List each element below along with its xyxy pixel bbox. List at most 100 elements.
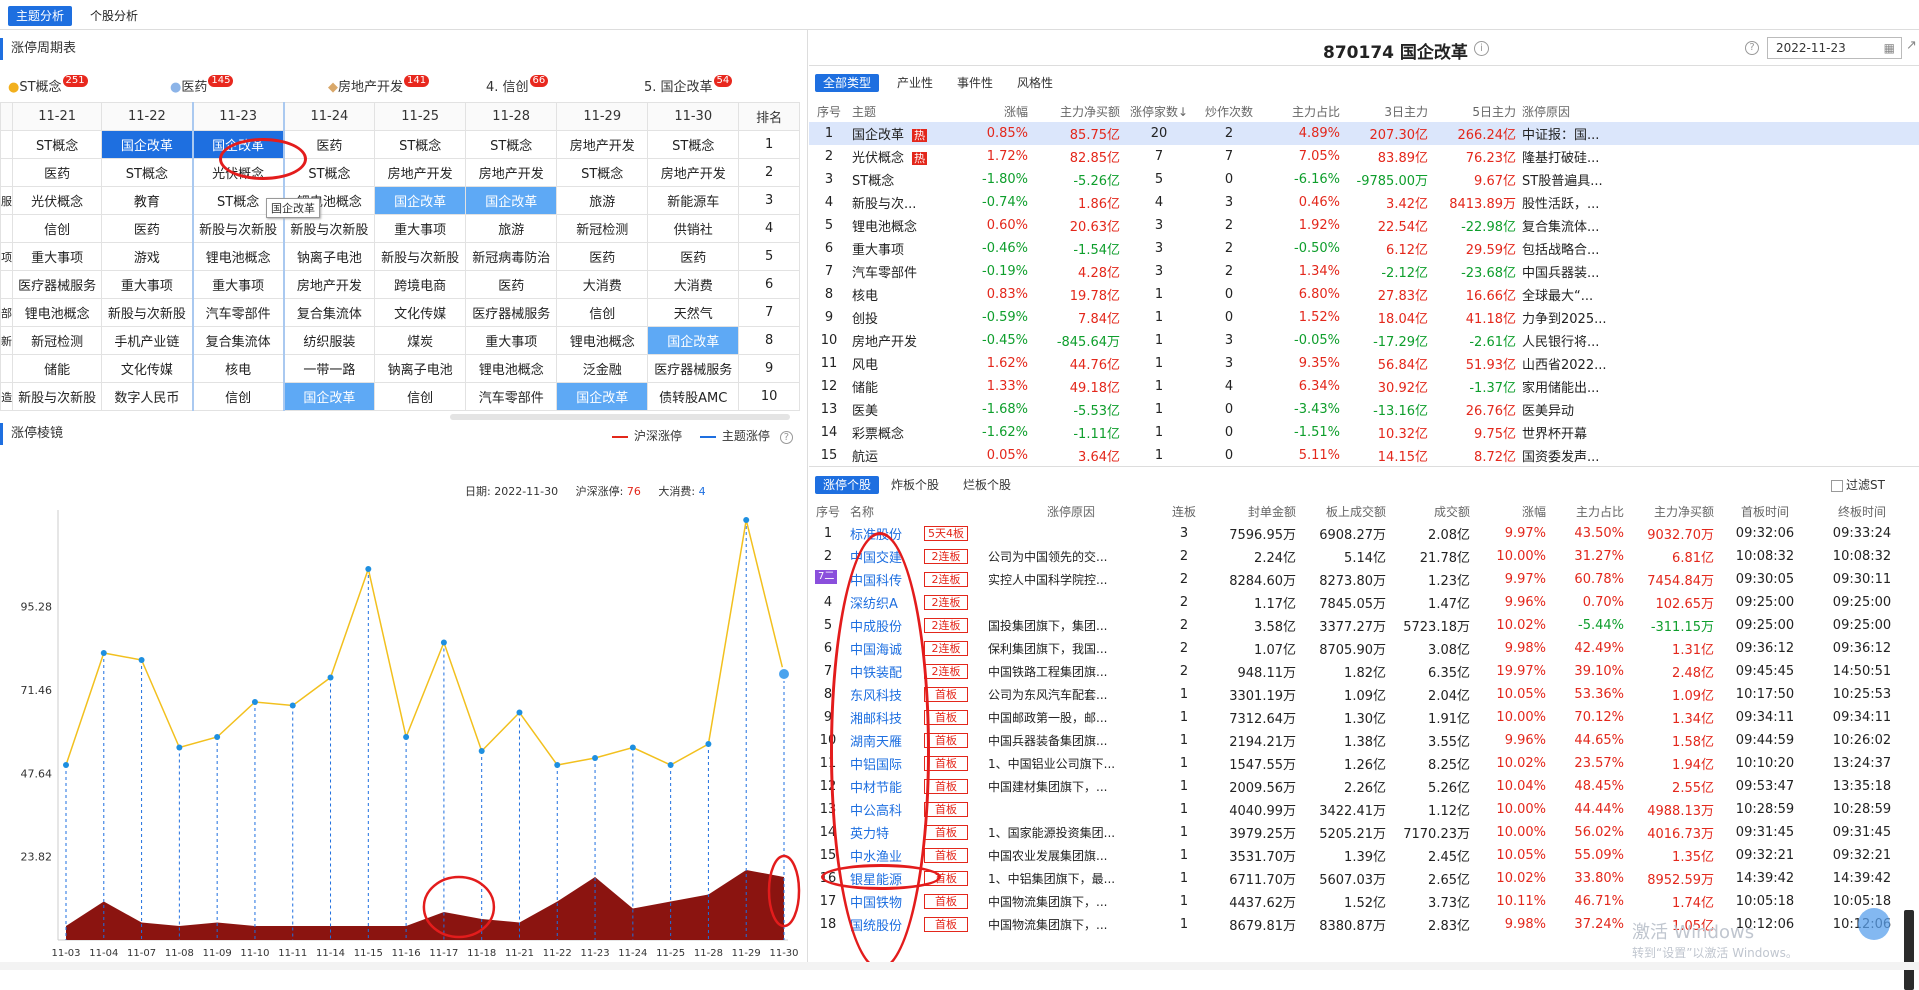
tab-event[interactable]: 事件性 — [949, 74, 1001, 92]
tab-weak[interactable]: 烂板个股 — [955, 476, 1019, 494]
grid-cell[interactable]: 储能 — [12, 354, 103, 383]
grid-cell[interactable]: 重大事项 — [465, 326, 558, 355]
theme-row[interactable]: 14 彩票概念 -1.62% -1.11亿 1 0 -1.51% 10.32亿 9.75亿 世界杯… — [809, 421, 1919, 444]
stock-col-header[interactable]: 主力净买额 — [1627, 500, 1717, 522]
grid-cell[interactable]: 锂电池概念 — [12, 298, 103, 327]
grid-cell[interactable]: 新股与次新股 — [374, 242, 467, 271]
tab-theme-analysis[interactable]: 主题分析 — [8, 6, 73, 26]
grid-cell[interactable]: 复合集流体 — [191, 326, 285, 355]
grid-cell[interactable]: 房地产开发 — [283, 270, 376, 299]
grid-cell[interactable]: 信创 — [191, 382, 285, 411]
grid-cell[interactable]: 旅游 — [556, 186, 649, 215]
grid-date-header[interactable]: 11-22 — [101, 102, 194, 131]
theme-row[interactable]: 2 光伏概念热 1.72% 82.85亿 7 7 7.05% 83.89亿 76.23亿 隆基打破… — [809, 145, 1919, 168]
tab-broken[interactable]: 炸板个股 — [883, 476, 947, 494]
stock-col-header[interactable]: 名称 — [847, 500, 921, 522]
grid-cell[interactable]: 旅游 — [465, 214, 558, 243]
theme-tab-1[interactable]: ●ST概念 251 — [8, 75, 88, 95]
grid-cell[interactable]: 光伏概念 — [12, 186, 103, 215]
grid-cell[interactable]: ST概念 — [101, 158, 194, 187]
stock-row[interactable]: 7 中铁装配 2连板 中国铁路工程集团旗... 2 948.11万 1.82亿 6.35亿 19… — [809, 660, 1911, 683]
grid-date-header[interactable]: 排名 — [738, 102, 800, 131]
stock-row[interactable]: 15 中水渔业 首板 中国农业发展集团旗... 1 3531.70万 1.39亿 2.45亿 1… — [809, 844, 1911, 867]
grid-cell[interactable]: 文化传媒 — [101, 354, 194, 383]
tab-style[interactable]: 风格性 — [1009, 74, 1061, 92]
grid-cell[interactable]: 游戏 — [101, 242, 194, 271]
grid-date-header[interactable]: 11-21 — [12, 102, 103, 131]
grid-cell[interactable]: 新股与次新股 — [101, 298, 194, 327]
grid-cell[interactable]: 房地产开发 — [374, 158, 467, 187]
theme-row[interactable]: 6 重大事项 -0.46% -1.54亿 3 2 -0.50% 6.12亿 29.59亿 包括战略… — [809, 237, 1919, 260]
theme-col-header[interactable]: 3日主力 — [1343, 100, 1431, 122]
tab-all-types[interactable]: 全部类型 — [815, 74, 880, 92]
theme-col-header[interactable]: 主题 — [849, 100, 959, 122]
grid-cell[interactable]: 大消费 — [556, 270, 649, 299]
theme-tab-2[interactable]: ●医药 145 — [170, 75, 234, 95]
grid-cell[interactable]: 债转股AMC — [647, 382, 740, 411]
stock-col-header[interactable]: 主力占比 — [1549, 500, 1627, 522]
theme-row[interactable]: 13 医美 -1.68% -5.53亿 1 0 -3.43% -13.16亿 26.76亿 医美异… — [809, 398, 1919, 421]
grid-cell[interactable]: 信创 — [556, 298, 649, 327]
stock-row[interactable]: 6 中国海诚 2连板 保利集团旗下，我国... 2 1.07亿 8705.90万 3.08亿 9… — [809, 637, 1911, 660]
theme-row[interactable]: 4 新股与次... -0.74% 1.86亿 4 3 0.46% 3.42亿 8413.89万股… — [809, 191, 1919, 214]
grid-cell[interactable]: ST概念 — [374, 130, 467, 159]
grid-cell[interactable]: 复合集流体 — [283, 298, 376, 327]
stock-row[interactable]: 13 中公高科 首板 1 4040.99万 3422.41万 1.12亿 10.00% 44.4… — [809, 798, 1911, 821]
grid-cell[interactable]: 国企改革 — [556, 382, 649, 411]
grid-cell[interactable]: 新股与次新股 — [191, 214, 285, 243]
grid-cell[interactable]: 房地产开发 — [556, 130, 649, 159]
grid-cell[interactable]: 煤炭 — [374, 326, 467, 355]
stock-col-header[interactable]: 封单金额 — [1211, 500, 1299, 522]
grid-date-header[interactable]: 11-30 — [647, 102, 740, 131]
stock-row[interactable]: 2 中国交建 2连板 公司为中国领先的交... 2 2.24亿 5.14亿 21.78亿 10.… — [809, 545, 1911, 568]
theme-tab-3[interactable]: ◆房地产开发 141 — [328, 75, 430, 95]
grid-cell[interactable]: ST概念 — [465, 130, 558, 159]
grid-cell[interactable]: 数字人民币 — [101, 382, 194, 411]
grid-cell[interactable]: 纺织服装 — [283, 326, 376, 355]
theme-row[interactable]: 5 锂电池概念 0.60% 20.63亿 3 2 1.92% 22.54亿 -22.98亿 复合集… — [809, 214, 1919, 237]
stock-col-header[interactable]: 成交额 — [1389, 500, 1473, 522]
grid-cell[interactable]: 新股与次新股 — [283, 214, 376, 243]
stock-row[interactable]: 12 中材节能 首板 中国建材集团旗下，... 1 2009.56万 2.26亿 5.26亿 1… — [809, 775, 1911, 798]
grid-cell[interactable]: 钠离子电池 — [283, 242, 376, 271]
theme-col-header[interactable]: 涨幅 — [959, 100, 1031, 122]
tab-industry[interactable]: 产业性 — [889, 74, 941, 92]
theme-row[interactable]: 9 创投 -0.59% 7.84亿 1 0 1.52% 18.04亿 41.18亿 力争到2025… — [809, 306, 1919, 329]
theme-row[interactable]: 15 航运 0.05% 3.64亿 1 0 5.11% 14.15亿 8.72亿 国资委发声... — [809, 444, 1919, 467]
grid-cell[interactable]: 新能源车 — [647, 186, 740, 215]
grid-cell[interactable]: ST概念 — [556, 158, 649, 187]
grid-cell[interactable]: 国企改革 — [465, 186, 558, 215]
stock-row[interactable]: 11 中铝国际 首板 1、中国铝业公司旗下... 1 1547.55万 1.26亿 8.25亿… — [809, 752, 1911, 775]
theme-col-header[interactable]: 5日主力 — [1431, 100, 1519, 122]
grid-cell[interactable]: 信创 — [374, 382, 467, 411]
help-icon[interactable]: ? — [779, 431, 793, 444]
grid-cell[interactable]: 一带一路 — [283, 354, 376, 383]
grid-cell[interactable]: 核电 — [191, 354, 285, 383]
grid-cell[interactable]: 汽车零部件 — [191, 298, 285, 327]
horizontal-scrollbar[interactable] — [450, 414, 790, 420]
grid-cell[interactable]: 教育 — [101, 186, 194, 215]
grid-date-header[interactable]: 11-23 — [191, 102, 285, 131]
grid-cell[interactable]: 房地产开发 — [465, 158, 558, 187]
grid-cell[interactable]: 国企改革 — [647, 326, 740, 355]
grid-cell[interactable]: 钠离子电池 — [374, 354, 467, 383]
theme-row[interactable]: 10 房地产开发 -0.45% -845.64万 1 3 -0.05% -17.29亿 -2.6… — [809, 329, 1919, 352]
theme-col-header[interactable]: 主力占比 — [1263, 100, 1343, 122]
date-picker[interactable]: 2022-11-23 ▦ — [1767, 37, 1902, 59]
stock-col-header[interactable]: 序号 — [809, 500, 847, 522]
stock-col-header[interactable]: 首板时间 — [1717, 500, 1813, 522]
grid-cell[interactable]: 国企改革 — [101, 130, 194, 159]
filter-st-checkbox[interactable]: 过滤ST — [1831, 476, 1885, 493]
help-icon[interactable]: ? — [1745, 41, 1759, 55]
stock-row[interactable]: 16 银星能源 首板 1、中铝集团旗下，最... 1 6711.70万 5607.03万 2.… — [809, 867, 1911, 890]
stock-row[interactable]: 9 湘邮科技 首板 中国邮政第一股，邮... 1 7312.64万 1.30亿 1.91亿 10… — [809, 706, 1911, 729]
stock-col-header[interactable]: 涨停原因 — [985, 500, 1157, 522]
theme-row[interactable]: 3 ST概念 -1.80% -5.26亿 5 0 -6.16% -9785.00万 9.67亿 S… — [809, 168, 1919, 191]
grid-cell[interactable]: 新冠检测 — [12, 326, 103, 355]
grid-cell[interactable]: 新股与次新股 — [12, 382, 103, 411]
grid-date-header[interactable]: 11-24 — [283, 102, 376, 131]
theme-col-header[interactable]: 涨停原因 — [1519, 100, 1919, 122]
grid-cell[interactable]: 重大事项 — [12, 242, 103, 271]
grid-cell[interactable]: 房地产开发 — [647, 158, 740, 187]
stock-row[interactable]: 17 中国铁物 首板 中国物流集团旗下，... 1 4437.62万 1.52亿 3.73亿 1… — [809, 890, 1911, 913]
